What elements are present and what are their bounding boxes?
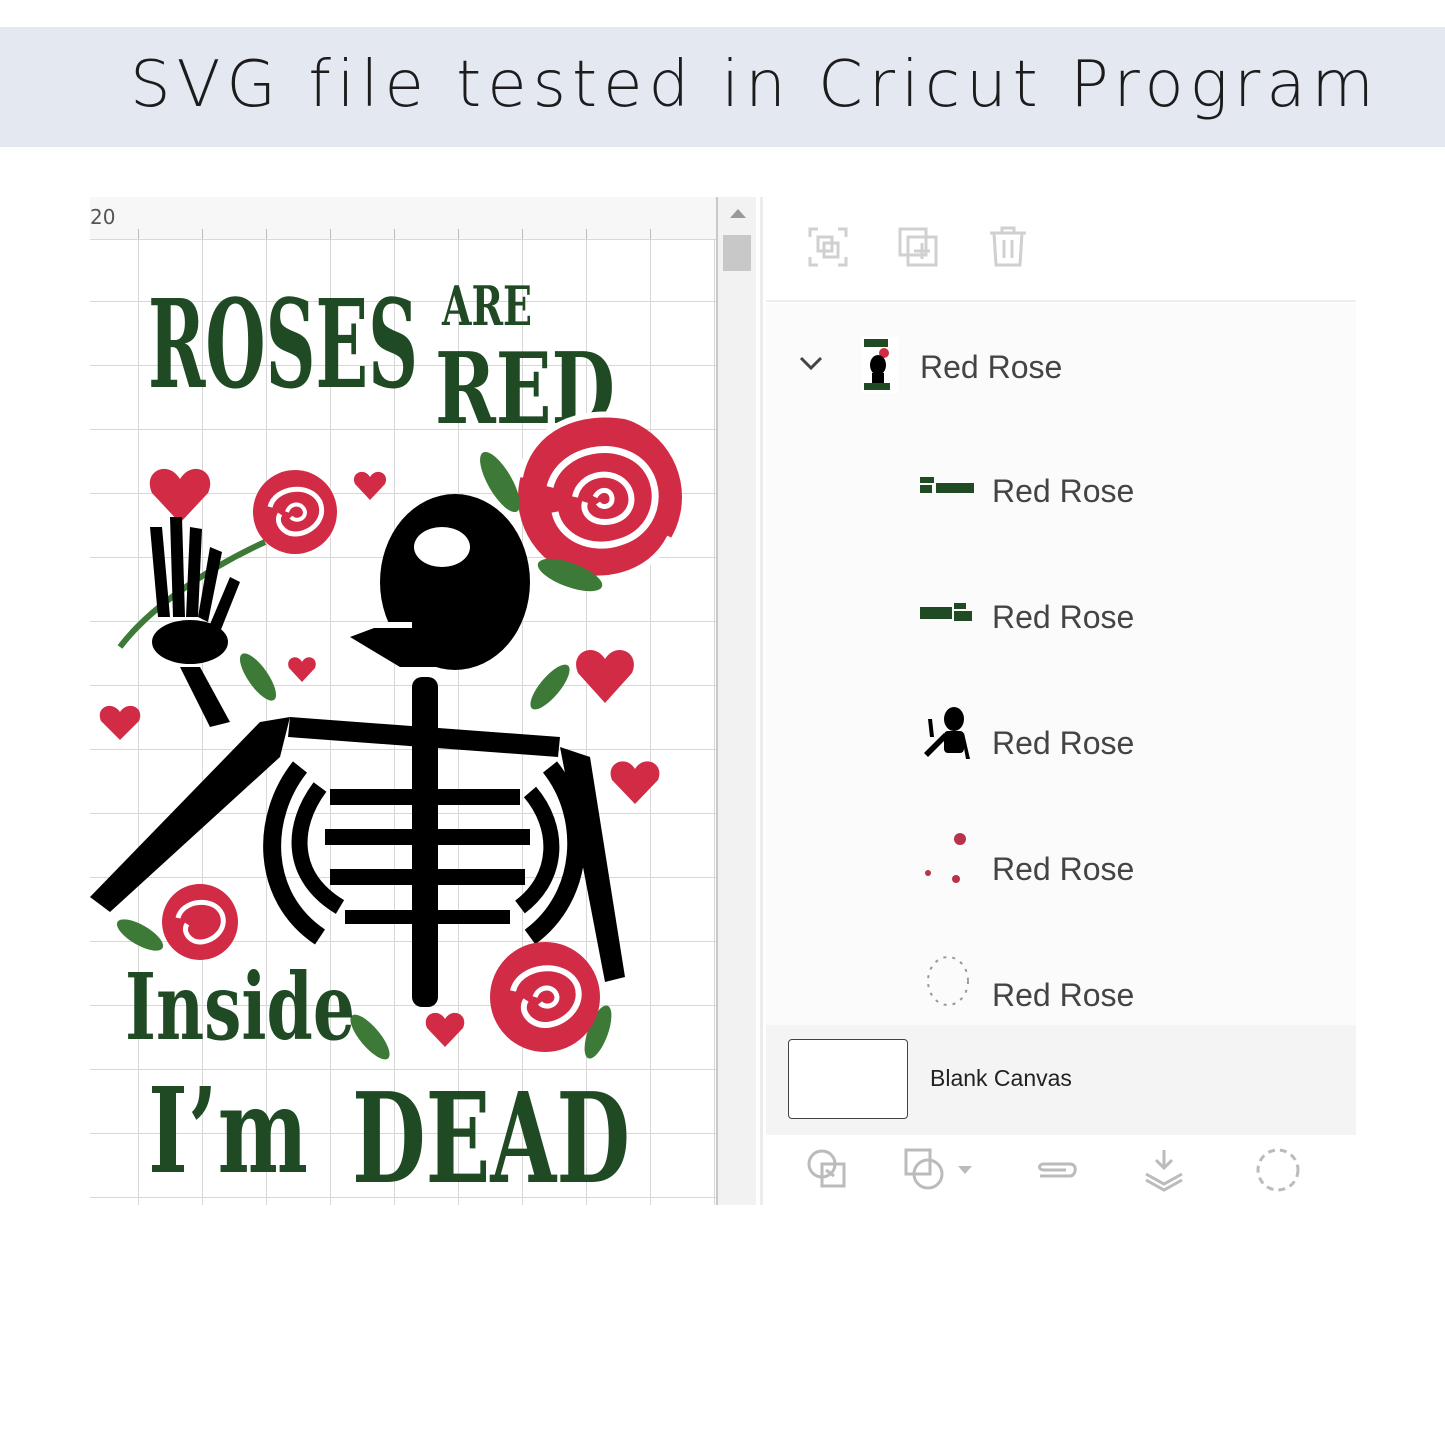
leaf: [239, 653, 277, 701]
rose-small-1: [253, 470, 337, 554]
ruler-tick: [522, 229, 523, 239]
ruler-label: 20: [90, 205, 116, 229]
layer-name: Red Rose: [992, 977, 1135, 1013]
layer-name: Red Rose: [992, 599, 1135, 635]
blank-canvas-thumbnail[interactable]: [788, 1039, 908, 1119]
vertical-scrollbar[interactable]: [718, 197, 756, 1205]
layers-list: Red Rose Red Rose Red Rose Red Rose Red …: [766, 303, 1356, 1025]
design-artwork[interactable]: ROSES ARE RED Inside I’m DEAD: [90, 197, 716, 1205]
leaf: [116, 919, 164, 951]
slice-label: [802, 1198, 862, 1206]
rose-large: [517, 411, 682, 582]
flatten-icon[interactable]: [1140, 1146, 1188, 1194]
rose-small-2: [162, 884, 238, 960]
ruler-tick: [202, 229, 203, 239]
heart: [353, 471, 387, 500]
duplicate-icon[interactable]: [896, 225, 940, 269]
banner-title: SVG file tested in Cricut Program: [130, 48, 1380, 122]
scroll-thumb[interactable]: [723, 235, 751, 271]
text-roses: ROSES: [148, 272, 418, 416]
chevron-down-icon[interactable]: [798, 355, 824, 373]
layer-name: Red Rose: [992, 725, 1135, 761]
contour-icon[interactable]: [1254, 1146, 1302, 1194]
layer-name: Red Rose: [992, 473, 1135, 509]
heart: [576, 649, 634, 703]
leaf: [530, 664, 570, 710]
layers-panel: Red Rose Red Rose Red Rose Red Rose Red …: [766, 197, 1356, 1207]
ruler-tick: [394, 229, 395, 239]
heart: [99, 705, 141, 740]
layer-thumbnail: [918, 457, 978, 517]
attach-icon[interactable]: [1032, 1146, 1080, 1194]
ruler-tick: [266, 229, 267, 239]
heart: [288, 657, 316, 682]
heart: [425, 1012, 465, 1047]
text-dead: DEAD: [352, 1066, 630, 1205]
scroll-up-arrow-icon[interactable]: [730, 209, 746, 218]
slice-icon[interactable]: [804, 1146, 852, 1194]
ruler-tick: [586, 229, 587, 239]
layer-thumbnail: [918, 951, 978, 1011]
layer-thumbnail: [918, 583, 978, 643]
text-are: ARE: [441, 274, 532, 338]
text-im: I’m: [148, 1061, 308, 1200]
rose-small-3: [490, 942, 600, 1052]
heart: [149, 468, 211, 523]
layer-thumbnail: [854, 335, 914, 395]
design-canvas[interactable]: ROSES ARE RED Inside I’m DEAD: [90, 197, 716, 1205]
group-icon[interactable]: [806, 225, 850, 269]
ruler-tick: [650, 229, 651, 239]
layer-name: Red Rose: [992, 851, 1135, 887]
layer-row[interactable]: Red Rose: [766, 555, 1356, 665]
layer-row[interactable]: Red Rose: [766, 429, 1356, 539]
text-inside: Inside: [125, 953, 355, 1061]
layer-group-name: Red Rose: [920, 349, 1063, 385]
blank-canvas-row[interactable]: Blank Canvas: [766, 1025, 1356, 1135]
ruler-tick: [330, 229, 331, 239]
ruler-tick: [138, 229, 139, 239]
layer-group-row[interactable]: Red Rose: [766, 303, 1356, 413]
combine-icon[interactable]: [902, 1146, 978, 1194]
layers-bottom-toolbar: [766, 1140, 1356, 1210]
layer-row[interactable]: Red Rose: [766, 681, 1356, 791]
top-ruler: 20: [90, 197, 716, 240]
blank-canvas-label: Blank Canvas: [930, 1065, 1072, 1091]
delete-icon[interactable]: [986, 225, 1030, 269]
heart: [610, 761, 660, 804]
layers-top-toolbar: [766, 197, 1356, 302]
ruler-tick: [458, 229, 459, 239]
layer-thumbnail: [918, 829, 978, 889]
layer-thumbnail: [918, 703, 978, 763]
layer-row[interactable]: Red Rose: [766, 933, 1356, 1025]
layer-row[interactable]: Red Rose: [766, 807, 1356, 917]
panel-divider: [760, 197, 763, 1205]
